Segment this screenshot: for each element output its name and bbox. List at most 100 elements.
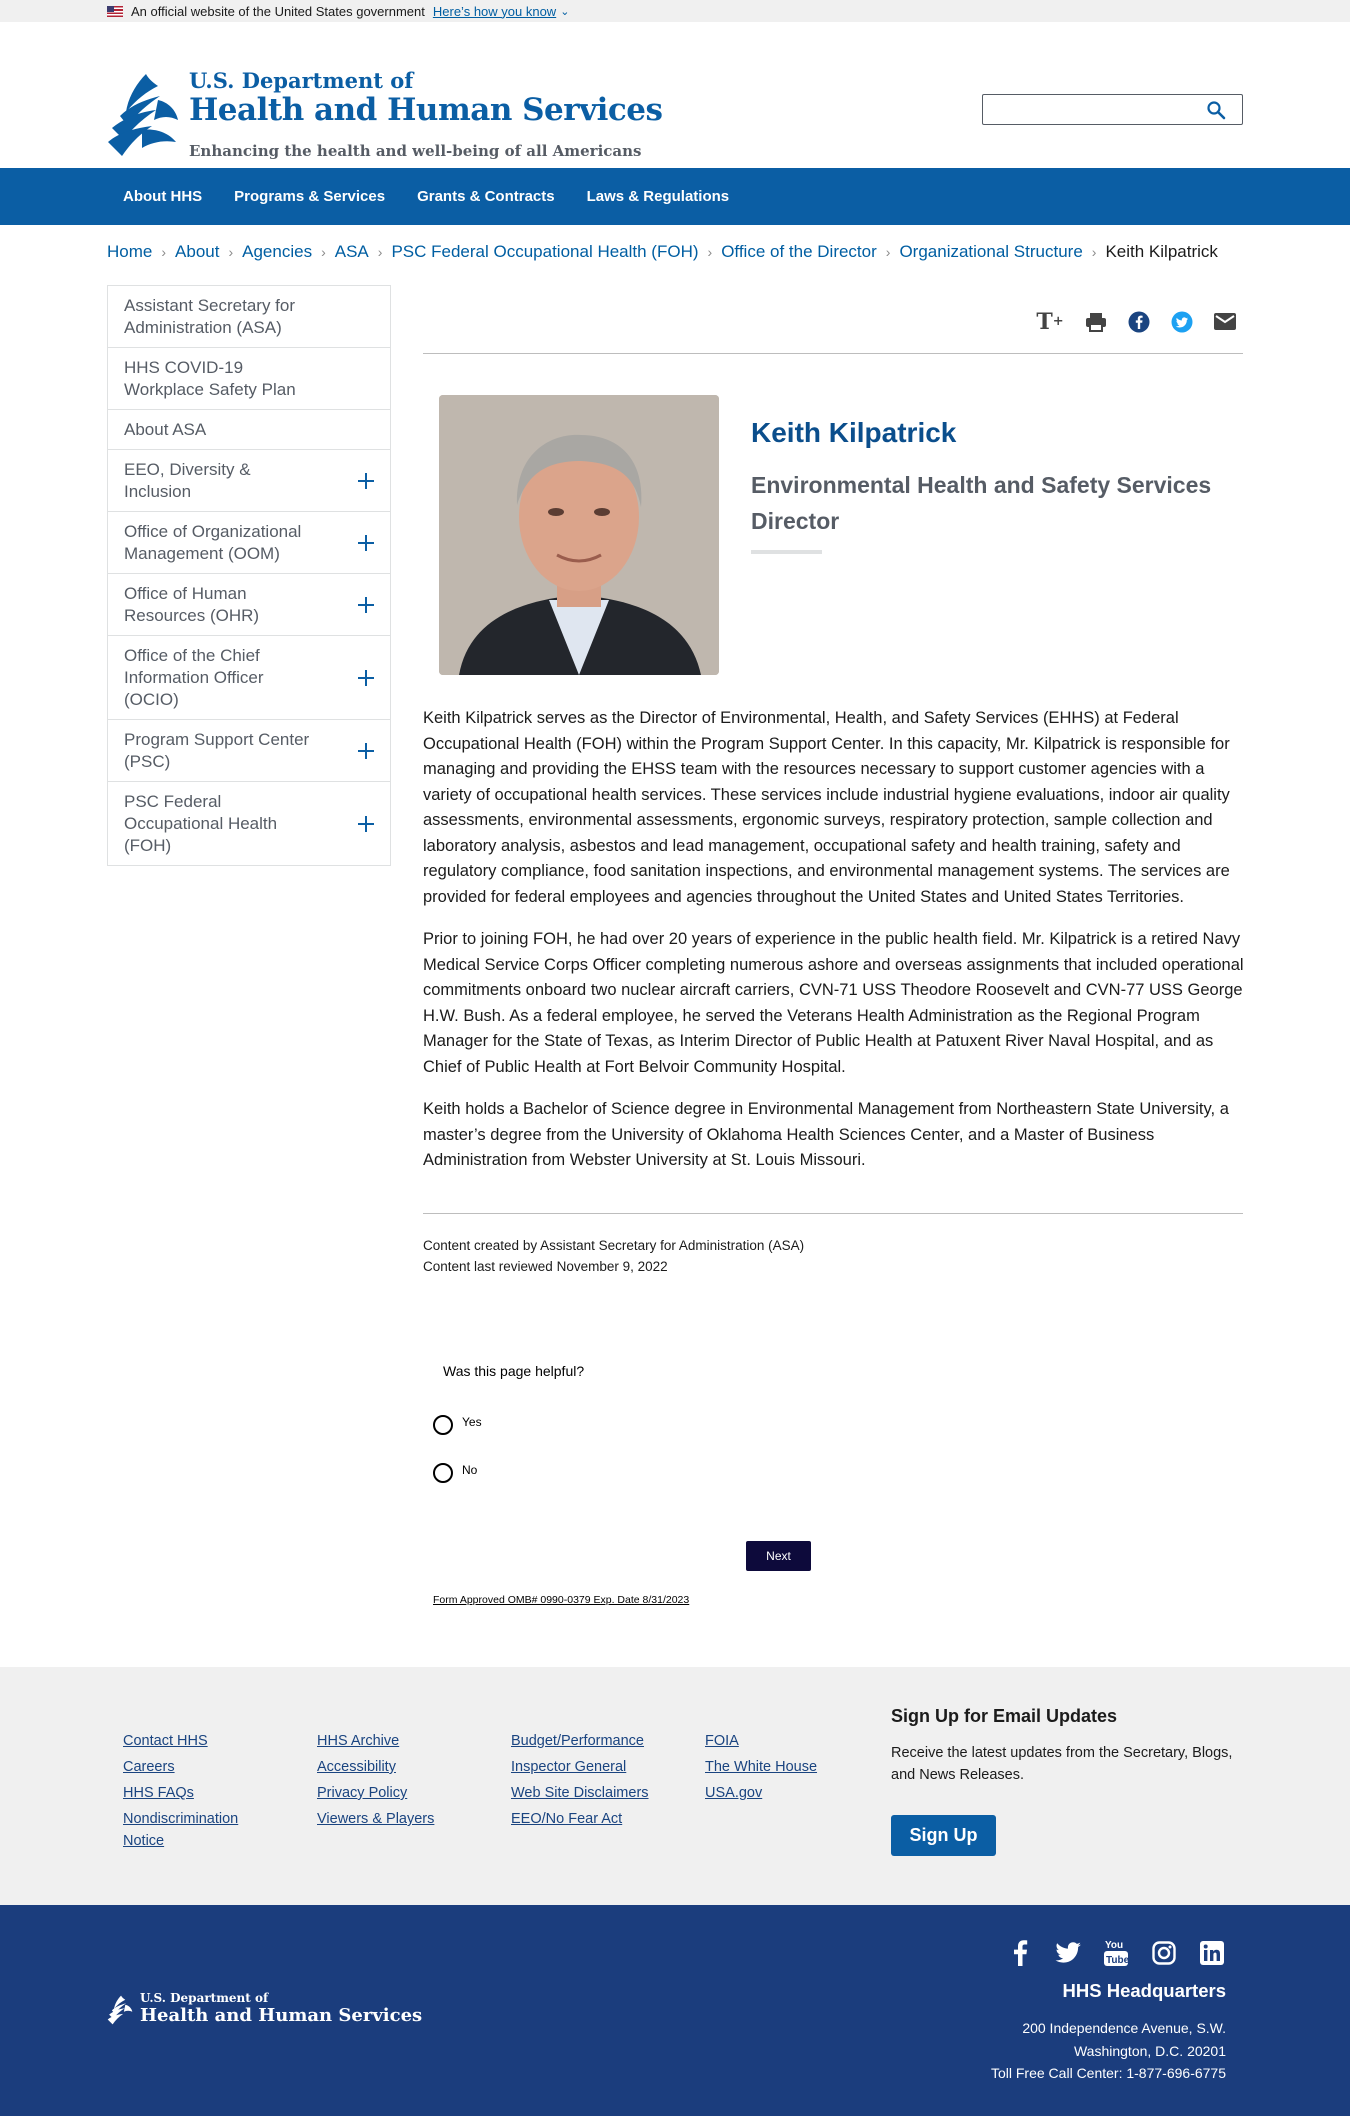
- instagram-icon[interactable]: [1150, 1939, 1178, 1967]
- breadcrumb-asa[interactable]: ASA: [335, 242, 369, 262]
- footer-link[interactable]: Web Site Disclaimers: [511, 1780, 691, 1806]
- text-size-icon[interactable]: T +: [1035, 309, 1065, 335]
- plus-icon[interactable]: [358, 472, 374, 490]
- footer-link[interactable]: Accessibility: [317, 1754, 487, 1780]
- chevron-right-icon: ›: [1091, 244, 1097, 260]
- plus-icon[interactable]: [358, 815, 374, 833]
- breadcrumb-home[interactable]: Home: [107, 242, 152, 262]
- sidenav-item-asa[interactable]: Assistant Secretary for Administration (…: [108, 286, 390, 347]
- nav-about-hhs[interactable]: About HHS: [107, 188, 218, 205]
- footer-link[interactable]: FOIA: [705, 1728, 865, 1754]
- main-nav: About HHS Programs & Services Grants & C…: [0, 168, 1350, 225]
- person-title: Environmental Health and Safety Services…: [751, 472, 1212, 534]
- person-name: Keith Kilpatrick: [751, 417, 957, 448]
- footer-links-section: Contact HHS Careers HHS FAQs Nondiscrimi…: [0, 1667, 1350, 1905]
- search-icon[interactable]: [1206, 100, 1226, 120]
- chevron-right-icon: ›: [377, 244, 383, 260]
- sidenav-item-label: EEO, Diversity & Inclusion: [124, 460, 251, 501]
- radio-button[interactable]: [433, 1415, 453, 1435]
- content-meta: Content created by Assistant Secretary f…: [423, 1235, 804, 1277]
- site-header: U.S. Department of Health and Human Serv…: [0, 22, 1350, 168]
- footer-column: FOIA The White House USA.gov: [705, 1728, 865, 1806]
- svg-text:Tube: Tube: [1106, 1955, 1129, 1966]
- footer-column: Budget/Performance Inspector General Web…: [511, 1728, 691, 1832]
- footer-logo-dept[interactable]: U.S. Department of: [140, 1991, 268, 2005]
- social-links: You Tube: [1006, 1939, 1226, 1967]
- youtube-icon[interactable]: You Tube: [1102, 1939, 1130, 1967]
- survey-option-no[interactable]: No: [433, 1463, 477, 1483]
- heres-how-you-know-link[interactable]: Here’s how you know: [433, 4, 556, 19]
- print-icon[interactable]: [1083, 309, 1108, 334]
- nav-grants-contracts[interactable]: Grants & Contracts: [401, 188, 571, 205]
- sidenav-item-label: Office of Organizational Management (OOM…: [124, 522, 302, 563]
- sidenav-item-about-asa[interactable]: About ASA: [108, 409, 390, 449]
- footer-link[interactable]: HHS FAQs: [123, 1780, 263, 1806]
- gov-banner: An official website of the United States…: [0, 0, 1350, 22]
- footer-link[interactable]: Viewers & Players: [317, 1806, 487, 1832]
- profile-photo: [439, 395, 719, 675]
- omb-notice-link[interactable]: Form Approved OMB# 0990-0379 Exp. Date 8…: [433, 1594, 689, 1606]
- breadcrumb-about[interactable]: About: [175, 242, 219, 262]
- logo-tagline: Enhancing the health and well-being of a…: [189, 142, 642, 160]
- footer-column: HHS Archive Accessibility Privacy Policy…: [317, 1728, 487, 1832]
- address-line: Washington, D.C. 20201: [1073, 2042, 1226, 2059]
- gov-banner-text: An official website of the United States…: [131, 3, 425, 19]
- linkedin-icon[interactable]: [1198, 1939, 1226, 1967]
- side-nav: Assistant Secretary for Administration (…: [107, 285, 391, 866]
- breadcrumb: Home › About › Agencies › ASA › PSC Fede…: [107, 242, 1218, 262]
- footer-link[interactable]: Privacy Policy: [317, 1780, 487, 1806]
- logo-hhs-text[interactable]: Health and Human Services: [189, 92, 663, 128]
- bio-paragraph: Keith Kilpatrick serves as the Director …: [423, 709, 1230, 906]
- logo-dept-text[interactable]: U.S. Department of: [189, 68, 413, 93]
- sidenav-item-oom[interactable]: Office of Organizational Management (OOM…: [108, 511, 390, 573]
- next-button[interactable]: Next: [746, 1541, 811, 1571]
- plus-icon[interactable]: [358, 742, 374, 760]
- facebook-icon[interactable]: [1006, 1939, 1034, 1967]
- breadcrumb-office-of-director[interactable]: Office of the Director: [721, 242, 877, 262]
- plus-icon[interactable]: [358, 534, 374, 552]
- footer-link[interactable]: HHS Archive: [317, 1728, 487, 1754]
- footer-link[interactable]: EEO/No Fear Act: [511, 1806, 691, 1832]
- sidenav-item-ohr[interactable]: Office of Human Resources (OHR): [108, 573, 390, 635]
- twitter-icon[interactable]: [1169, 309, 1194, 334]
- hhs-eagle-logo-icon[interactable]: [107, 1993, 133, 2027]
- sidenav-item-label: HHS COVID-19 Workplace Safety Plan: [124, 358, 296, 399]
- footer-bottom: U.S. Department of Health and Human Serv…: [0, 1905, 1350, 2116]
- sidenav-item-eeo[interactable]: EEO, Diversity & Inclusion: [108, 449, 390, 511]
- footer-link[interactable]: The White House: [705, 1754, 865, 1780]
- survey-option-yes[interactable]: Yes: [433, 1415, 482, 1435]
- twitter-icon[interactable]: [1054, 1939, 1082, 1967]
- sidenav-item-ocio[interactable]: Office of the Chief Information Officer …: [108, 635, 390, 719]
- search-input[interactable]: [982, 94, 1243, 125]
- footer-link[interactable]: Inspector General: [511, 1754, 691, 1780]
- bio-paragraph: Keith holds a Bachelor of Science degree…: [423, 1100, 1229, 1169]
- hq-heading: HHS Headquarters: [1062, 1980, 1226, 2001]
- sidenav-item-label: Assistant Secretary for Administration (…: [124, 296, 296, 337]
- sidenav-item-psc[interactable]: Program Support Center (PSC): [108, 719, 390, 781]
- nav-programs-services[interactable]: Programs & Services: [218, 188, 401, 205]
- plus-icon[interactable]: [358, 596, 374, 614]
- hhs-eagle-logo-icon[interactable]: [106, 70, 180, 160]
- content-divider: [423, 1213, 1243, 1214]
- breadcrumb-psc-foh[interactable]: PSC Federal Occupational Health (FOH): [391, 242, 698, 262]
- chevron-right-icon: ›: [228, 244, 234, 260]
- breadcrumb-org-structure[interactable]: Organizational Structure: [899, 242, 1082, 262]
- sidenav-item-covid-plan[interactable]: HHS COVID-19 Workplace Safety Plan: [108, 347, 390, 409]
- footer-logo-hhs[interactable]: Health and Human Services: [140, 2005, 422, 2026]
- email-icon[interactable]: [1212, 309, 1237, 334]
- plus-icon[interactable]: [358, 669, 374, 687]
- breadcrumb-agencies[interactable]: Agencies: [242, 242, 312, 262]
- facebook-icon[interactable]: [1126, 309, 1151, 334]
- radio-button[interactable]: [433, 1463, 453, 1483]
- footer-link[interactable]: Careers: [123, 1754, 263, 1780]
- footer-link[interactable]: Contact HHS: [123, 1728, 263, 1754]
- footer-link[interactable]: USA.gov: [705, 1780, 865, 1806]
- chevron-down-icon[interactable]: ⌄: [560, 5, 569, 18]
- nav-laws-regulations[interactable]: Laws & Regulations: [571, 188, 746, 205]
- footer-link[interactable]: Budget/Performance: [511, 1728, 691, 1754]
- footer-column: Contact HHS Careers HHS FAQs Nondiscrimi…: [123, 1728, 263, 1852]
- sidenav-item-psc-foh[interactable]: PSC Federal Occupational Health (FOH): [108, 781, 390, 865]
- call-center-line: Toll Free Call Center: 1-877-696-6775: [990, 2065, 1226, 2081]
- footer-link[interactable]: Nondiscrimination Notice: [123, 1808, 263, 1852]
- signup-button[interactable]: Sign Up: [891, 1815, 996, 1856]
